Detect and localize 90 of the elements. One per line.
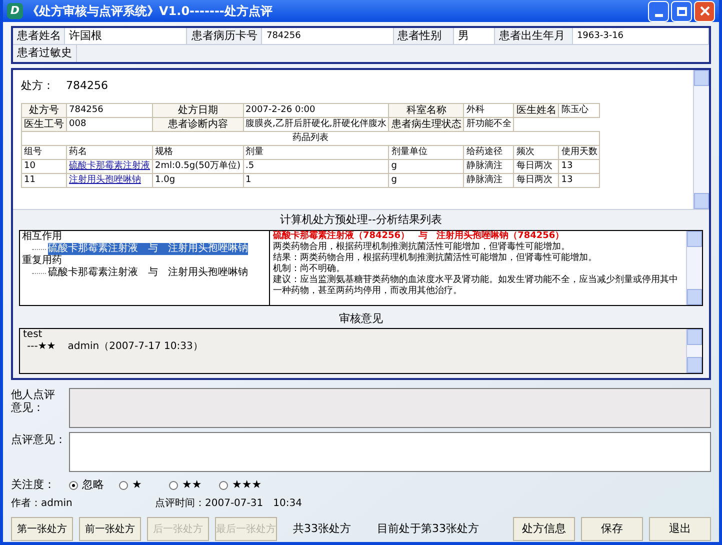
table-cell: 静脉滴注 [464,159,514,173]
table-cell: 每日两次 [514,159,559,173]
field-label: 点评意见： [11,432,63,448]
review-text: test [23,329,44,341]
window-title: 《处方审核与点评系统》V1.0-------处方点评 [27,3,272,20]
table-header: 患者病生理状态 [388,117,464,131]
radio-button[interactable] [169,480,178,490]
table-cell: .5 [243,159,389,173]
option-label: 忽略 [82,476,104,493]
column-header: 给药途径 [464,145,514,159]
scrollbar[interactable] [686,231,702,305]
table-cell: 1 [243,173,389,187]
field-label: 他人点评意见： [11,388,56,416]
radio-button[interactable] [219,480,228,490]
minimize-icon[interactable] [648,0,669,22]
column-header: 频次 [514,145,559,159]
action-button[interactable]: 保存 [581,517,643,541]
detail-text: 建议：应当监测氨基糖苷类药物的血浓度水平及肾功能。如发生肾功能不全，应当减少剂量或停用其中一种药物，甚至两药均停用，而改用其他治疗。 [273,275,679,297]
table-header: 患者诊断内容 [152,117,244,131]
column-header: 使用天数 [558,145,600,159]
column-header: 组号 [22,145,66,159]
table-cell: 外科 [464,103,514,117]
column-header: 剂量 [243,145,389,159]
table-cell: 每日两次 [514,173,559,187]
column-header: 规格 [152,145,244,159]
table-cell: 1.0g [152,173,244,187]
author-value: admin [41,496,74,510]
table-cell: 008 [66,117,152,131]
column-header: 药名 [66,145,152,159]
close-icon[interactable] [694,0,715,22]
detail-text: 机制：尚不明确。 [273,264,346,274]
nav-button[interactable]: 前一张处方 [79,517,141,541]
table-cell: 腹膜炎,乙肝后肝硬化,肝硬化伴腹水 [243,117,389,131]
table-cell: g [388,159,464,173]
option-label: ★★★ [232,476,262,493]
tree-item[interactable]: 硫酸卡那霉素注射液 与 注射用头孢唑啉钠 [48,267,248,279]
prescription-number: 784256 [66,78,108,94]
action-button[interactable]: 退出 [649,517,711,541]
tree-node[interactable]: 重复用药 [22,255,267,267]
field-label: 关注度： [11,476,56,493]
table-cell: 陈玉心 [558,103,600,117]
column-header: 剂量单位 [388,145,464,159]
table-cell: 13 [558,159,600,173]
table-cell: 784256 [66,103,152,117]
table-header: 医生工号 [22,117,66,131]
field-label: 患者性别 [394,28,454,44]
option-label: ★ [132,476,142,493]
table-header: 处方号 [22,103,66,117]
tree-node[interactable]: 相互作用 [22,231,267,243]
table-cell: 2ml:0.5g(50万单位) [152,159,244,173]
section-title: 审核意见 [338,311,384,327]
field-label: 患者过敏史 [13,45,77,62]
table-cell: 静脉滴注 [464,173,514,187]
option-label: ★★ [182,476,202,493]
detail-text: 两类药物合用，根据药理机制推测抗菌活性可能增加，但肾毒性可能增加。 [273,242,571,252]
maximize-icon[interactable] [671,0,692,22]
table-cell: 13 [558,173,600,187]
tree-item[interactable]: 硫酸卡那霉素注射液 与 注射用头孢唑啉钠 [48,243,248,255]
field-label: 患者出生年月 [495,28,573,44]
scrollbar[interactable] [693,70,709,209]
prescription-label: 处方： [21,78,54,94]
author-label: 作者： [11,496,41,510]
table-cell: 2007-2-26 0:00 [243,103,389,117]
scrollbar[interactable] [686,329,702,373]
table-cell: 10 [22,159,66,173]
review-author: admin（2007-7-17 10:33） [68,341,203,353]
table-header: 医生姓名 [514,103,559,117]
total-count: 共33张处方 [293,520,351,537]
table-cell: 11 [22,173,66,187]
table-header: 科室名称 [388,103,464,117]
review-prefix: ---★★ [27,341,56,353]
table-cell: 肝功能不全 [464,117,514,131]
radio-button[interactable] [69,480,78,490]
time-label: 点评时间： [155,496,205,510]
detail-text: 结果：两类药物合用，根据药理机制推测抗菌活性可能增加，但肾毒性可能增加。 [273,253,598,264]
field-label: 患者姓名 [13,28,65,44]
field-value: 1963-3-16 [572,28,709,44]
comment-field[interactable] [69,432,711,472]
time-value: 2007-07-31 10:34 [205,496,302,510]
table-cell: g [388,173,464,187]
app-logo-icon: D [7,3,23,19]
field-label: 患者病历卡号 [187,28,262,44]
radio-button[interactable] [119,480,128,490]
table-header: 处方日期 [152,103,244,117]
action-button[interactable]: 处方信息 [513,517,575,541]
detail-heading: 硫酸卡那霉素注射液（784256） 与 注射用头孢唑啉钠（784256） [273,231,566,242]
section-title: 计算机处方预处理--分析结果列表 [279,212,443,228]
current-position: 目前处于第33张处方 [377,520,479,537]
table-title: 药品列表 [22,131,600,145]
nav-button[interactable]: 第一张处方 [11,517,73,541]
